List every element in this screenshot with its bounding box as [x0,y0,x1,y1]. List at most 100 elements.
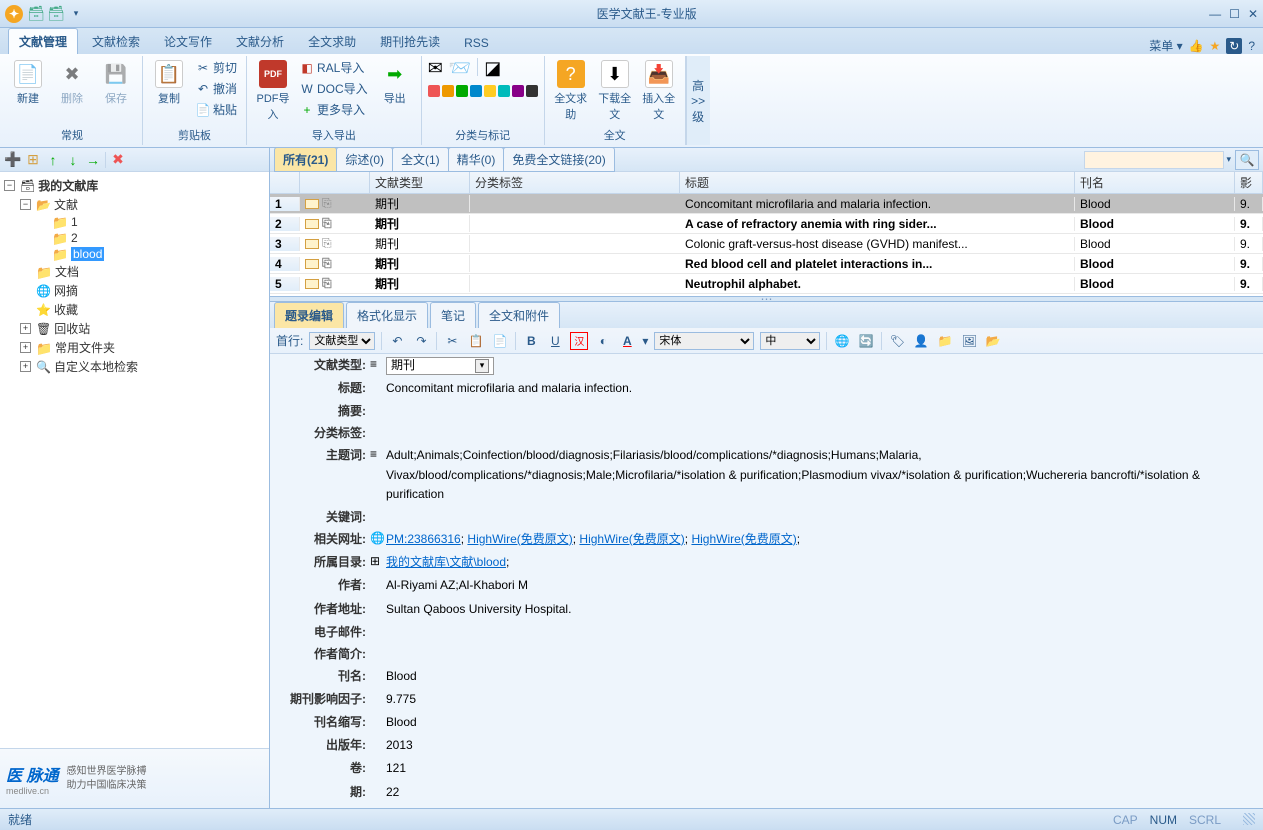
globe2-icon[interactable]: 🔄 [857,332,875,350]
col-title[interactable]: 标题 [680,172,1075,193]
color-flag[interactable] [442,85,454,97]
chevron-down-icon[interactable]: ▾ [475,359,489,373]
add-icon[interactable]: ➕ [5,152,21,168]
filter-tab-freelink[interactable]: 免费全文链接(20) [503,147,614,172]
folder-btn-icon[interactable]: 📁 [936,332,954,350]
table-row[interactable]: 1⎘期刊Concomitant microfilaria and malaria… [270,194,1263,214]
cut-button[interactable]: ✂剪切 [193,58,240,77]
mail-new-icon[interactable]: ✉ [428,58,443,79]
col-ext[interactable]: 影 [1235,172,1263,193]
color-flag[interactable] [470,85,482,97]
color-flag[interactable] [428,85,440,97]
qat-db2-icon[interactable]: 🗃 [48,6,64,22]
new-button[interactable]: 📄新建 [8,58,48,108]
value-issue[interactable]: 22 [386,781,399,804]
value-abbr[interactable]: Blood [386,711,417,734]
qat-db1-icon[interactable]: 🗃 [28,6,44,22]
delete-node-icon[interactable]: ✖ [110,152,126,168]
color-flag[interactable] [484,85,496,97]
tab-analyze[interactable]: 文献分析 [226,29,294,54]
tag-icon[interactable]: 🏷 [888,332,906,350]
tab-rss[interactable]: RSS [454,32,499,54]
tree-root-label[interactable]: 我的文献库 [38,177,98,194]
col-type[interactable]: 文献类型 [370,172,470,193]
tab-manage[interactable]: 文献管理 [8,28,78,54]
save-button[interactable]: 💾保存 [96,58,136,108]
open-icon[interactable]: 📂 [984,332,1002,350]
tree-toggle-icon[interactable]: − [4,180,15,191]
tree-small-icon[interactable]: ⊞ [370,551,386,574]
resize-grip[interactable] [1243,813,1255,825]
tree-toggle-icon[interactable]: + [20,323,31,334]
detail-tab-format[interactable]: 格式化显示 [346,302,428,328]
pdf-import-button[interactable]: PDFPDF导入 [253,58,293,124]
filter-tab-review[interactable]: 综述(0) [336,147,393,172]
download-fulltext-button[interactable]: ⬇下载全文 [595,58,635,124]
help-icon[interactable]: ? [1248,39,1255,53]
forward-icon[interactable]: → [85,152,101,168]
link-pm[interactable]: PM:23866316 [386,532,461,546]
tree-item-trash[interactable]: 回收站 [54,320,90,337]
thumbsup-icon[interactable]: 👍 [1189,39,1204,53]
globe-icon[interactable]: 🌐 [370,528,386,551]
color-flag[interactable] [498,85,510,97]
value-folder[interactable]: 我的文献库\文献\blood [386,555,506,569]
delete-button[interactable]: ✖删除 [52,58,92,108]
tree-toggle-icon[interactable]: + [20,342,31,353]
link-highwire3[interactable]: HighWire(免费原文) [691,532,796,546]
refresh-icon[interactable]: ↻ [1226,38,1242,54]
fulltext-help-button[interactable]: ?全文求助 [551,58,591,124]
qat-dropdown-icon[interactable]: ▾ [68,6,84,22]
more-import-button[interactable]: +更多导入 [297,100,371,119]
clear-icon[interactable]: ◐ [594,332,612,350]
paste-icon[interactable]: 📄 [491,332,509,350]
ral-import-button[interactable]: ◧RAL导入 [297,58,371,77]
tab-journal[interactable]: 期刊抢先读 [370,29,450,54]
value-journal[interactable]: Blood [386,665,417,688]
underline-icon[interactable]: U [546,332,564,350]
ribbon-expand-button[interactable]: 高>>级 [686,56,710,145]
redo-icon[interactable]: ↷ [412,332,430,350]
undo-icon[interactable]: ↶ [388,332,406,350]
minimize-button[interactable]: — [1209,7,1221,21]
value-title[interactable]: Concomitant microfilaria and malaria inf… [386,377,632,400]
color-flags[interactable] [428,85,538,97]
tree-item-webclip[interactable]: 网摘 [54,282,78,299]
doctype-dropdown[interactable]: 期刊▾ [386,357,494,375]
filter-tab-fulltext[interactable]: 全文(1) [392,147,449,172]
tree-item-fav[interactable]: 收藏 [54,301,78,318]
tree-item-common[interactable]: 常用文件夹 [55,339,115,356]
image-icon[interactable]: 🖼 [960,332,978,350]
tree-toggle-icon[interactable]: + [20,361,31,372]
table-row[interactable]: 4⎘期刊Red blood cell and platelet interact… [270,254,1263,274]
star-icon[interactable]: ★ [1210,39,1221,53]
table-row[interactable]: 2⎘期刊A case of refractory anemia with rin… [270,214,1263,234]
folder-tree[interactable]: −🗃我的文献库 −📂文献 1 2 blood 文档 🌐网摘 ⭐收藏 +🗑回收站 … [0,172,269,748]
tree-item-1[interactable]: 1 [71,215,78,229]
table-row[interactable]: 5⎘期刊Neutrophil alphabet.Blood9. [270,274,1263,294]
paste-button[interactable]: 📄粘贴 [193,100,240,119]
font-color-icon[interactable]: A [618,332,636,350]
doc-import-button[interactable]: WDOC导入 [297,79,371,98]
tree-item-localsearch[interactable]: 自定义本地检索 [54,358,138,375]
size-select[interactable]: 中 [760,332,820,350]
insert-fulltext-button[interactable]: 📥插入全文 [639,58,679,124]
down-icon[interactable]: ↓ [65,152,81,168]
link-highwire2[interactable]: HighWire(免费原文) [579,532,684,546]
copy-button[interactable]: 📋复制 [149,58,189,108]
mail-open-icon[interactable]: 📨 [449,58,471,79]
detail-tab-attach[interactable]: 全文和附件 [478,302,560,328]
link-highwire1[interactable]: HighWire(免费原文) [467,532,572,546]
tab-fulltext[interactable]: 全文求助 [298,29,366,54]
col-category[interactable]: 分类标签 [470,172,680,193]
search-button[interactable]: 🔍 [1235,150,1259,170]
search-dropdown-icon[interactable]: ▾ [1226,154,1231,165]
list-icon[interactable]: ≡ [370,354,386,377]
detail-tab-notes[interactable]: 笔记 [430,302,476,328]
cn-icon[interactable]: 汉 [570,332,588,350]
detail-tab-edit[interactable]: 题录编辑 [274,302,344,328]
tree-toggle-icon[interactable]: − [20,199,31,210]
eraser-icon[interactable]: ◪ [484,58,501,79]
copy-icon[interactable]: 📋 [467,332,485,350]
color-flag[interactable] [512,85,524,97]
